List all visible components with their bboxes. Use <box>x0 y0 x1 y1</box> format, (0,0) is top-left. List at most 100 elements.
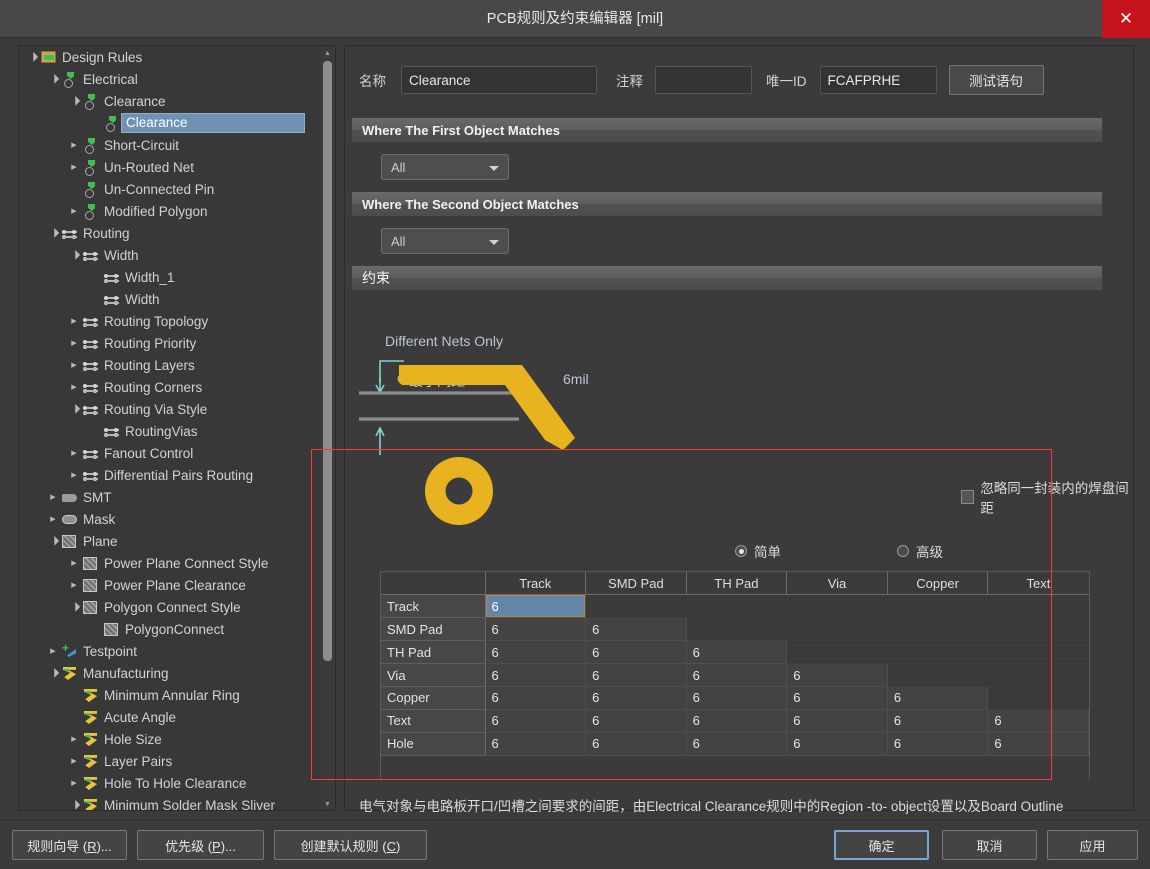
tree-scrollbar[interactable]: ▲ ▼ <box>320 46 335 810</box>
matrix-cell[interactable]: 6 <box>686 732 788 756</box>
chevron-down-icon[interactable] <box>67 90 81 112</box>
tree-scrollbar-thumb[interactable] <box>323 61 332 661</box>
unique-id-input[interactable]: FCAFPRHE <box>819 66 937 94</box>
ok-button[interactable]: 确定 <box>834 830 929 860</box>
matrix-cell[interactable]: 6 <box>485 640 587 665</box>
matrix-cell[interactable] <box>786 617 888 642</box>
tree-item-layer-pairs[interactable]: Layer Pairs <box>19 750 321 772</box>
matrix-cell[interactable]: 6 <box>887 732 989 756</box>
test-query-button[interactable]: 测试语句 <box>948 65 1044 95</box>
chevron-down-icon[interactable] <box>46 68 60 90</box>
tree-item-polygonconnect[interactable]: PolygonConnect <box>19 618 321 640</box>
chevron-right-icon[interactable] <box>67 728 81 750</box>
tree-item-routingvias[interactable]: RoutingVias <box>19 420 321 442</box>
matrix-cell[interactable]: 6 <box>485 663 587 687</box>
chevron-right-icon[interactable] <box>67 332 81 354</box>
tree-item-width-1[interactable]: Width_1 <box>19 266 321 288</box>
matrix-cell[interactable]: 6 <box>887 709 989 733</box>
second-object-scope-select[interactable]: All <box>381 228 509 254</box>
matrix-cell[interactable]: 6 <box>485 594 587 619</box>
matrix-cell[interactable] <box>987 617 1089 642</box>
table-row[interactable]: Hole 6 6 6 6 6 6 <box>381 732 1089 756</box>
chevron-right-icon[interactable] <box>67 354 81 376</box>
chevron-right-icon[interactable] <box>67 310 81 332</box>
table-row[interactable]: Text 6 6 6 6 6 6 <box>381 709 1089 733</box>
chevron-right-icon[interactable] <box>67 442 81 464</box>
chevron-right-icon[interactable] <box>46 508 60 530</box>
tree-item-design-rules[interactable]: Design Rules <box>19 46 321 68</box>
tree-item-routing-corners[interactable]: Routing Corners <box>19 376 321 398</box>
priorities-button[interactable]: 优先级 (P)... <box>137 830 264 860</box>
matrix-cell[interactable]: 6 <box>786 709 888 733</box>
matrix-cell[interactable] <box>987 640 1089 665</box>
matrix-cell[interactable] <box>987 594 1089 619</box>
matrix-cell[interactable]: 6 <box>485 732 587 756</box>
matrix-cell[interactable]: 6 <box>686 686 788 710</box>
chevron-down-icon[interactable] <box>67 596 81 618</box>
chevron-right-icon[interactable] <box>67 750 81 772</box>
tree-item-plane[interactable]: Plane <box>19 530 321 552</box>
matrix-cell[interactable] <box>887 617 989 642</box>
chevron-right-icon[interactable] <box>67 464 81 486</box>
tree-item-smt[interactable]: SMT <box>19 486 321 508</box>
tree-item-polygon-connect-style[interactable]: Polygon Connect Style <box>19 596 321 618</box>
tree-item-hole-size[interactable]: Hole Size <box>19 728 321 750</box>
matrix-cell[interactable]: 6 <box>585 686 687 710</box>
matrix-cell[interactable]: 6 <box>585 617 687 642</box>
table-row[interactable]: SMD Pad 6 6 <box>381 617 1089 642</box>
matrix-cell[interactable]: 6 <box>987 709 1089 733</box>
tree-item-power-plane-clearance[interactable]: Power Plane Clearance <box>19 574 321 596</box>
scroll-up-icon[interactable]: ▲ <box>320 46 335 61</box>
tree-item-fanout-control[interactable]: Fanout Control <box>19 442 321 464</box>
tree-item-power-plane-connect-style[interactable]: Power Plane Connect Style <box>19 552 321 574</box>
matrix-cell[interactable] <box>686 594 788 619</box>
table-row[interactable]: Copper 6 6 6 6 6 <box>381 686 1089 710</box>
tree-item-minimum-annular-ring[interactable]: Minimum Annular Ring <box>19 684 321 706</box>
chevron-down-icon[interactable] <box>46 222 60 244</box>
tree-item-testpoint[interactable]: Testpoint <box>19 640 321 662</box>
tree-item-routing[interactable]: Routing <box>19 222 321 244</box>
table-row[interactable]: Track 6 <box>381 594 1089 619</box>
chevron-down-icon[interactable] <box>67 244 81 266</box>
matrix-cell[interactable]: 6 <box>485 709 587 733</box>
tree-item-modified-polygon[interactable]: Modified Polygon <box>19 200 321 222</box>
chevron-down-icon[interactable] <box>25 46 39 68</box>
chevron-right-icon[interactable] <box>67 376 81 398</box>
chevron-right-icon[interactable] <box>46 640 60 662</box>
tree-item-un-routed-net[interactable]: Un-Routed Net <box>19 156 321 178</box>
matrix-cell[interactable] <box>887 663 989 687</box>
ignore-pad-clearance-checkbox[interactable] <box>961 490 975 504</box>
tree-item-routing-via-style[interactable]: Routing Via Style <box>19 398 321 420</box>
matrix-cell[interactable]: 6 <box>485 686 587 710</box>
tree-item-routing-layers[interactable]: Routing Layers <box>19 354 321 376</box>
chevron-down-icon[interactable] <box>67 398 81 420</box>
tree-item-manufacturing[interactable]: Manufacturing <box>19 662 321 684</box>
chevron-right-icon[interactable] <box>67 156 81 178</box>
rule-wizard-button[interactable]: 规则向导 (R)... <box>12 830 127 860</box>
matrix-cell[interactable]: 6 <box>786 732 888 756</box>
chevron-right-icon[interactable] <box>67 772 81 794</box>
table-row[interactable]: Via 6 6 6 6 <box>381 663 1089 687</box>
tree-item-routing-priority[interactable]: Routing Priority <box>19 332 321 354</box>
radio-advanced[interactable]: 高级 <box>897 541 943 561</box>
apply-button[interactable]: 应用 <box>1047 830 1138 860</box>
cancel-button[interactable]: 取消 <box>942 830 1037 860</box>
matrix-cell[interactable]: 6 <box>485 617 587 642</box>
tree-item-hole-to-hole-clearance[interactable]: Hole To Hole Clearance <box>19 772 321 794</box>
ignore-pad-clearance-checkbox-row[interactable]: 忽略同一封装内的焊盘间距 <box>961 477 1133 517</box>
tree-item-width[interactable]: Width <box>19 288 321 310</box>
matrix-cell[interactable] <box>786 594 888 619</box>
rules-tree-list[interactable]: Design Rules Electrical Clearance Clearance… <box>19 46 321 810</box>
tree-item-minimum-solder-mask-sliver[interactable]: Minimum Solder Mask Sliver <box>19 794 321 810</box>
tree-item-differential-pairs-routing[interactable]: Differential Pairs Routing <box>19 464 321 486</box>
chevron-right-icon[interactable] <box>46 486 60 508</box>
clearance-matrix-table[interactable]: Track SMD Pad TH Pad Via Copper Text Track 6 SMD… <box>380 571 1090 780</box>
matrix-cell[interactable]: 6 <box>585 732 687 756</box>
comment-input[interactable] <box>655 66 752 94</box>
chevron-right-icon[interactable] <box>67 552 81 574</box>
matrix-cell[interactable]: 6 <box>987 732 1089 756</box>
tree-item-electrical[interactable]: Electrical <box>19 68 321 90</box>
matrix-cell[interactable]: 6 <box>686 709 788 733</box>
chevron-right-icon[interactable] <box>67 200 81 222</box>
chevron-right-icon[interactable] <box>67 134 81 156</box>
